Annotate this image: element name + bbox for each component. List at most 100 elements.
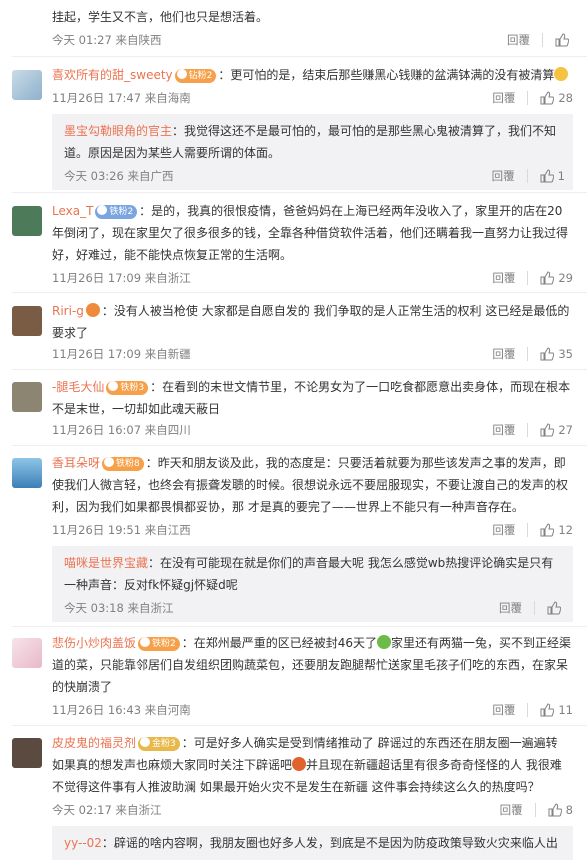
thumbs-up-icon bbox=[540, 91, 555, 105]
thumbs-up-icon bbox=[547, 601, 561, 615]
divider bbox=[527, 523, 529, 537]
thumbs-up-icon bbox=[540, 271, 555, 285]
sub-reply: yy--02：辟谣的啥内容啊，我朋友圈也好多人发，到底是不是因为防疫政策导致火灾… bbox=[52, 826, 573, 860]
comment-item: Riri-g ：没有人被当枪使 大家都是自愿自发的 我们争取的是人正常生活的权利 … bbox=[0, 300, 587, 370]
username-link[interactable]: Riri-g bbox=[52, 304, 84, 318]
comment-meta: 11月26日 16:07 来自四川 bbox=[52, 423, 191, 437]
thumbs-up-icon bbox=[555, 33, 569, 47]
comment-text: 皮皮鬼的福灵剂 金粉3 ：可是好多人确实是受到情绪推动了 辟谣过的东西还在朋友圈一遍… bbox=[52, 736, 562, 794]
divider bbox=[12, 292, 587, 293]
username-link[interactable]: Lexa_T bbox=[52, 204, 93, 218]
like-count: 35 bbox=[558, 347, 573, 361]
thumbs-up-icon bbox=[540, 703, 555, 717]
reply-text: yy--02：辟谣的啥内容啊，我朋友圈也好多人发，到底是不是因为防疫政策导致火灾… bbox=[64, 836, 558, 850]
divider bbox=[527, 91, 529, 105]
like-button[interactable]: 11 bbox=[540, 700, 573, 720]
divider bbox=[12, 725, 587, 726]
like-count: 1 bbox=[557, 169, 565, 183]
avatar[interactable] bbox=[12, 382, 42, 412]
username-link[interactable]: 悲伤小炒肉盖饭 bbox=[52, 636, 136, 650]
username-link[interactable]: -腿毛大仙 bbox=[52, 380, 104, 394]
like-button[interactable]: 27 bbox=[540, 420, 573, 440]
divider bbox=[527, 703, 529, 717]
like-button[interactable]: 35 bbox=[540, 344, 573, 364]
avatar[interactable] bbox=[12, 206, 42, 236]
like-count: 11 bbox=[558, 703, 573, 717]
username-link[interactable]: 喜欢所有的甜_sweety bbox=[52, 68, 173, 82]
like-count: 12 bbox=[558, 523, 573, 537]
avatar[interactable] bbox=[12, 458, 42, 488]
avatar[interactable] bbox=[12, 738, 42, 768]
comment-meta: 11月26日 17:09 来自新疆 bbox=[52, 347, 191, 361]
comment-item: 香耳朵呀 铁粉8 ：昨天和朋友谈及此，我的态度是：只要活着就要为那些该发声之事的发声… bbox=[0, 452, 587, 626]
reply-text: 喵咪是世界宝藏：在没有可能现在就是你们的声音最大呢 我怎么感觉wb热搜评论确实是… bbox=[64, 556, 554, 592]
thumbs-up-icon bbox=[540, 423, 555, 437]
like-count: 29 bbox=[558, 271, 573, 285]
sub-reply: 喵咪是世界宝藏：在没有可能现在就是你们的声音最大呢 我怎么感觉wb热搜评论确实是… bbox=[52, 546, 573, 622]
sub-reply: 墨宝勾勒眼角的官主：我觉得这还不是最可怕的，最可怕的是那些黑心鬼被清算了，我们不… bbox=[52, 114, 573, 190]
reply-button[interactable]: 回覆 bbox=[492, 700, 515, 720]
fan-badge: 铁粉3 bbox=[106, 381, 149, 395]
comment-item: 悲伤小炒肉盖饭 铁粉2 ：在郑州最严重的区已经被封46天了 家里还有两猫一兔，买不到正… bbox=[0, 632, 587, 724]
comment-text: 悲伤小炒肉盖饭 铁粉2 ：在郑州最严重的区已经被封46天了 家里还有两猫一兔，买不到正… bbox=[52, 635, 572, 694]
reply-button[interactable]: 回覆 bbox=[492, 420, 515, 440]
like-button[interactable] bbox=[547, 601, 565, 615]
reply-button[interactable]: 回覆 bbox=[492, 268, 515, 288]
comment-item: -腿毛大仙 铁粉3 ：在看到的末世文情节里，不论男女为了一口吃食都愿意出卖身体，而现… bbox=[0, 376, 587, 446]
fan-badge: 铁粉8 bbox=[102, 457, 144, 471]
reply-meta: 今天 03:18 来自浙江 bbox=[64, 601, 174, 615]
frog-emoji-icon bbox=[377, 635, 392, 649]
reply-button[interactable]: 回覆 bbox=[492, 88, 515, 108]
like-button[interactable]: 28 bbox=[540, 88, 573, 108]
divider bbox=[526, 169, 528, 183]
comment-meta: 11月26日 17:09 来自浙江 bbox=[52, 271, 191, 285]
like-button[interactable] bbox=[555, 33, 573, 47]
username-link[interactable]: 墨宝勾勒眼角的官主 bbox=[64, 124, 172, 138]
thumbs-up-icon bbox=[540, 347, 555, 361]
fan-badge: 铁粉2 bbox=[95, 205, 138, 219]
username-link[interactable]: 皮皮鬼的福灵剂 bbox=[52, 736, 136, 750]
comment-meta: 11月26日 16:43 来自河南 bbox=[52, 703, 191, 717]
comment-text: 喜欢所有的甜_sweety 钻粉2 ：更可怕的是，结束后那些赚黑心钱赚的盆满钵满的没… bbox=[52, 64, 573, 86]
reply-button[interactable]: 回覆 bbox=[492, 520, 515, 540]
divider bbox=[12, 56, 587, 57]
avatar[interactable] bbox=[12, 638, 42, 668]
comment-text: 香耳朵呀 铁粉8 ：昨天和朋友谈及此，我的态度是：只要活着就要为那些该发声之事的发声… bbox=[52, 456, 569, 514]
reply-button[interactable]: 回覆 bbox=[492, 344, 515, 364]
divider bbox=[12, 445, 587, 446]
reply-button[interactable]: 回覆 bbox=[499, 598, 522, 618]
comment-meta: 今天 01:27 来自陕西 bbox=[52, 33, 162, 47]
comment-text: 挂起，学生又不言，他们也只是想活着。 bbox=[52, 10, 269, 24]
reply-text: 墨宝勾勒眼角的官主：我觉得这还不是最可怕的，最可怕的是那些黑心鬼被清算了，我们不… bbox=[64, 124, 557, 160]
avatar[interactable] bbox=[12, 306, 42, 336]
thumbs-up-icon bbox=[540, 169, 554, 183]
thumbs-up-icon bbox=[548, 803, 562, 817]
reply-button[interactable]: 回覆 bbox=[507, 30, 530, 50]
divider bbox=[12, 626, 587, 627]
reply-meta: 今天 03:26 来自广西 bbox=[64, 169, 174, 183]
reply-button[interactable]: 回覆 bbox=[500, 800, 523, 820]
like-button[interactable]: 29 bbox=[540, 268, 573, 288]
divider bbox=[527, 347, 529, 361]
username-link[interactable]: 香耳朵呀 bbox=[52, 456, 100, 470]
divider bbox=[542, 33, 543, 47]
divider bbox=[527, 271, 529, 285]
comment-meta: 11月26日 19:51 来自江西 bbox=[52, 523, 191, 537]
fan-badge: 铁粉2 bbox=[138, 637, 180, 651]
comment-item: 喜欢所有的甜_sweety 钻粉2 ：更可怕的是，结束后那些赚黑心钱赚的盆满钵满的没… bbox=[0, 64, 587, 194]
fan-badge: 钻粉2 bbox=[174, 69, 217, 83]
divider bbox=[12, 369, 587, 370]
reply-button[interactable]: 回覆 bbox=[492, 166, 515, 186]
comment-text: -腿毛大仙 铁粉3 ：在看到的末世文情节里，不论男女为了一口吃食都愿意出卖身体，而现… bbox=[52, 380, 571, 416]
like-button[interactable]: 1 bbox=[540, 166, 565, 186]
sweat-emoji-icon bbox=[554, 67, 569, 81]
comment-item: 皮皮鬼的福灵剂 金粉3 ：可是好多人确实是受到情绪推动了 辟谣过的东西还在朋友圈一遍… bbox=[0, 732, 587, 860]
like-button[interactable]: 12 bbox=[540, 520, 573, 540]
username-link[interactable]: yy--02 bbox=[64, 836, 102, 850]
like-button[interactable]: 8 bbox=[548, 800, 573, 820]
like-count: 28 bbox=[558, 91, 573, 105]
divider bbox=[12, 192, 587, 193]
username-link[interactable]: 喵咪是世界宝藏 bbox=[64, 556, 148, 570]
emoji-icon bbox=[292, 757, 307, 771]
avatar[interactable] bbox=[12, 70, 42, 100]
